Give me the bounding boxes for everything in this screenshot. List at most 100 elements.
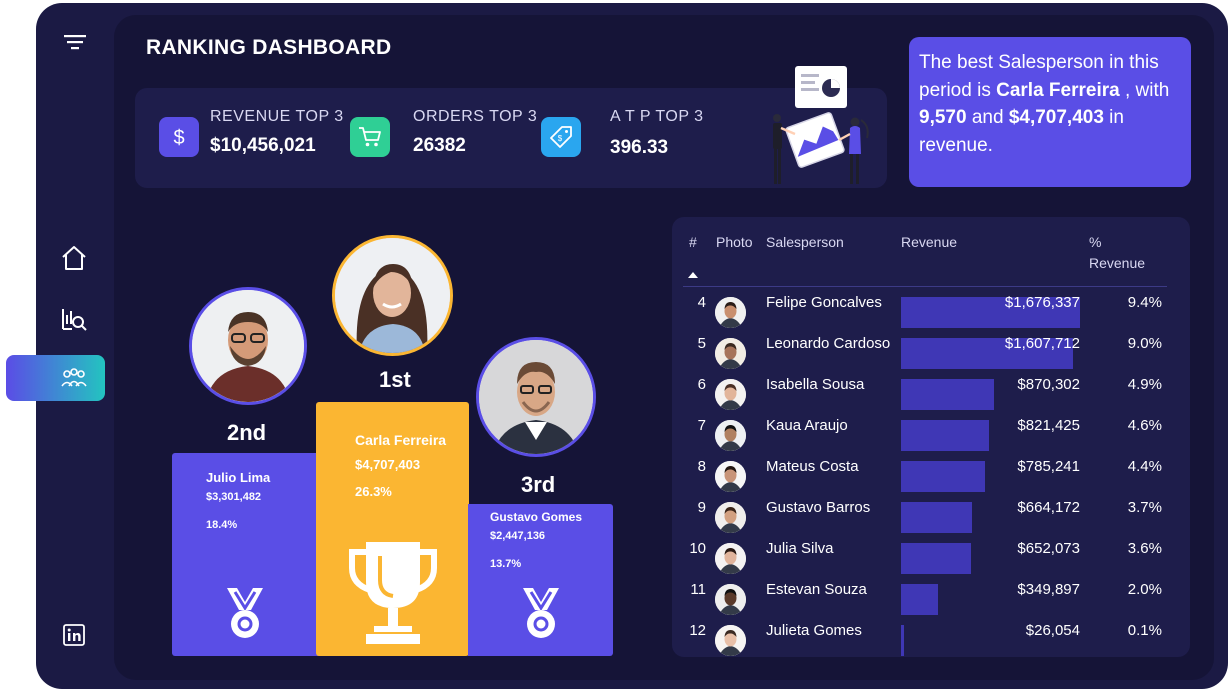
- sort-up-icon[interactable]: [688, 272, 698, 278]
- row-pct-revenue: 0.1%: [1127, 622, 1162, 639]
- podium-first-name: Carla Ferreira: [355, 432, 447, 448]
- home-icon[interactable]: [60, 244, 88, 272]
- row-pct-revenue: 3.7%: [1127, 499, 1162, 516]
- price-tag-icon: $: [541, 117, 581, 157]
- avatar: [715, 338, 746, 369]
- table-row[interactable]: 12 Julieta Gomes $26,054 0.1%: [672, 620, 1190, 661]
- row-pct-revenue: 9.0%: [1127, 335, 1162, 352]
- row-rank: 5: [697, 335, 706, 352]
- presentation-illustration: [773, 66, 869, 184]
- podium-first-pct: 26.3%: [355, 484, 392, 499]
- podium-second-revenue: $3,301,482: [206, 491, 262, 503]
- row-pct-revenue: 4.9%: [1127, 376, 1162, 393]
- linkedin-icon[interactable]: [63, 624, 85, 646]
- column-header-revenue[interactable]: Revenue: [901, 234, 957, 250]
- avatar: [715, 420, 746, 451]
- best-salesperson-card: The best Salesperson in this period is C…: [909, 37, 1191, 187]
- avatar-first: [332, 235, 453, 356]
- row-rank: 12: [689, 622, 706, 639]
- kpi-orders-value: 26382: [413, 135, 466, 156]
- column-header-photo[interactable]: Photo: [716, 234, 753, 250]
- team-icon: [61, 368, 87, 387]
- row-salesperson: Felipe Goncalves: [766, 294, 882, 311]
- revenue-bar: [901, 625, 904, 656]
- kpi-atp-value: 396.33: [610, 137, 669, 158]
- row-revenue: $785,241: [1017, 458, 1080, 475]
- row-revenue: $1,676,337: [1004, 294, 1080, 311]
- svg-text:$: $: [173, 127, 184, 149]
- revenue-bar: [901, 502, 972, 533]
- filter-icon[interactable]: [64, 34, 86, 50]
- revenue-bar: [901, 543, 971, 574]
- cart-icon: [350, 117, 390, 157]
- rank-second-label: 2nd: [227, 420, 267, 445]
- best-revenue: $4,707,403: [1008, 107, 1104, 128]
- podium-third-name: Gustavo Gomes: [490, 510, 583, 524]
- row-salesperson: Gustavo Barros: [766, 499, 871, 516]
- row-rank: 6: [697, 376, 706, 393]
- table-row[interactable]: 6 Isabella Sousa $870,302 4.9%: [672, 374, 1190, 415]
- table-row[interactable]: 8 Mateus Costa $785,241 4.4%: [672, 456, 1190, 497]
- revenue-bar: [901, 461, 985, 492]
- row-revenue: $870,302: [1017, 376, 1080, 393]
- row-pct-revenue: 9.4%: [1127, 294, 1162, 311]
- row-rank: 8: [697, 458, 706, 475]
- column-header-pct[interactable]: %: [1089, 234, 1101, 250]
- kpi-revenue-value: $10,456,021: [210, 135, 316, 156]
- table-row[interactable]: 11 Estevan Souza $349,897 2.0%: [672, 579, 1190, 620]
- podium-second-name: Julio Lima: [206, 470, 271, 485]
- table-row[interactable]: 7 Kaua Araujo $821,425 4.6%: [672, 415, 1190, 456]
- column-header-pct-revenue[interactable]: Revenue: [1089, 255, 1145, 271]
- rank-third-label: 3rd: [521, 472, 556, 497]
- row-salesperson: Julieta Gomes: [766, 622, 862, 639]
- best-orders: 9,570: [919, 107, 967, 128]
- revenue-bar: [901, 584, 938, 615]
- kpi-revenue-label: REVENUE TOP 3: [210, 108, 344, 125]
- revenue-bar: [901, 379, 994, 410]
- table-row[interactable]: 9 Gustavo Barros $664,172 3.7%: [672, 497, 1190, 538]
- page-title: RANKING DASHBOARD: [146, 36, 392, 59]
- medal-icon: [227, 588, 263, 638]
- row-revenue: $349,897: [1017, 581, 1080, 598]
- trophy-icon: [349, 542, 437, 644]
- podium-second-pct: 18.4%: [206, 519, 238, 531]
- row-salesperson: Estevan Souza: [766, 581, 867, 598]
- row-salesperson: Isabella Sousa: [766, 376, 865, 393]
- best-and: and: [966, 107, 1009, 128]
- avatar: [715, 379, 746, 410]
- analytics-search-icon[interactable]: [60, 304, 88, 332]
- row-pct-revenue: 4.4%: [1127, 458, 1162, 475]
- avatar: [715, 543, 746, 574]
- row-salesperson: Julia Silva: [766, 540, 834, 557]
- row-revenue: $664,172: [1017, 499, 1080, 516]
- avatar: [715, 297, 746, 328]
- best-name: Carla Ferreira: [996, 79, 1120, 101]
- avatar-second: [189, 287, 307, 405]
- row-rank: 4: [697, 294, 706, 311]
- row-revenue: $821,425: [1017, 417, 1080, 434]
- medal-icon: [523, 588, 559, 638]
- row-pct-revenue: 2.0%: [1127, 581, 1162, 598]
- row-rank: 10: [689, 540, 706, 557]
- dollar-icon: $: [159, 117, 199, 157]
- avatar: [715, 502, 746, 533]
- best-mid: , with: [1119, 79, 1170, 101]
- table-row[interactable]: 4 Felipe Goncalves $1,676,337 9.4%: [672, 292, 1190, 333]
- table-row[interactable]: 5 Leonardo Cardoso $1,607,712 9.0%: [672, 333, 1190, 374]
- kpi-atp-label: A T P TOP 3: [610, 108, 704, 125]
- table-row[interactable]: 10 Julia Silva $652,073 3.6%: [672, 538, 1190, 579]
- row-revenue: $652,073: [1017, 540, 1080, 557]
- row-rank: 7: [697, 417, 706, 434]
- row-revenue: $26,054: [1025, 622, 1080, 639]
- column-header-salesperson[interactable]: Salesperson: [766, 234, 844, 250]
- row-pct-revenue: 4.6%: [1127, 417, 1162, 434]
- row-revenue: $1,607,712: [1004, 335, 1080, 352]
- svg-text:$: $: [558, 134, 563, 143]
- row-salesperson: Kaua Araujo: [766, 417, 848, 434]
- sidebar-item-ranking[interactable]: [6, 355, 105, 401]
- avatar: [715, 461, 746, 492]
- column-header-rank[interactable]: #: [689, 234, 697, 250]
- row-salesperson: Leonardo Cardoso: [766, 335, 891, 352]
- row-pct-revenue: 3.6%: [1127, 540, 1162, 557]
- podium-third-pct: 13.7%: [490, 558, 522, 570]
